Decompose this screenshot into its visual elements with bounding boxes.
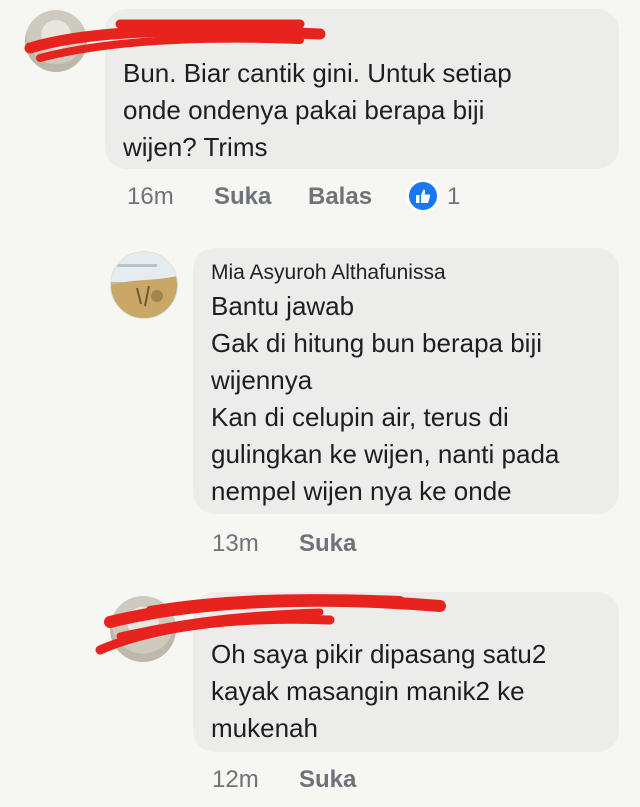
like-button[interactable]: Suka [299,766,356,794]
comment-time: 12m [212,766,259,793]
redaction-scribble [95,594,446,655]
comment-meta: 12m Suka [212,766,412,796]
